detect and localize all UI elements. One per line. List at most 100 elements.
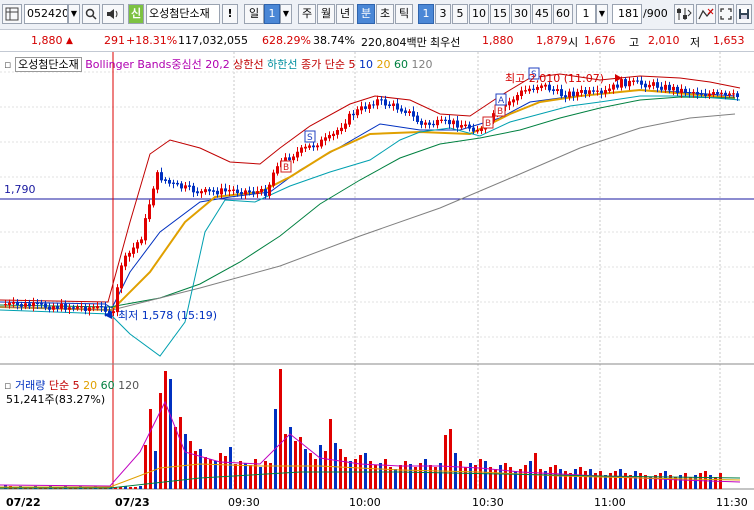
interval-60-button[interactable]: 60	[553, 4, 573, 24]
volume-bar	[249, 465, 252, 489]
candle-body	[36, 302, 39, 305]
period-tick-button[interactable]: 틱	[395, 4, 413, 24]
volume-bar	[384, 459, 387, 489]
candle-body	[332, 133, 335, 137]
candle-body	[188, 185, 191, 187]
interval-30-button[interactable]: 30	[511, 4, 531, 24]
warning-button[interactable]: !	[222, 4, 238, 24]
volume-bar	[179, 417, 182, 489]
candle-body	[172, 182, 175, 184]
volume-bar	[229, 447, 232, 489]
svg-text:B: B	[283, 163, 289, 173]
buy-signal-icon: A	[495, 93, 507, 106]
legend-ma20[interactable]: 20	[376, 58, 390, 71]
period-year-button[interactable]: 년	[336, 4, 354, 24]
change-rate: +18.31%	[126, 34, 178, 47]
volume-bar	[459, 461, 462, 489]
candle-body	[728, 93, 731, 96]
interval-1-button[interactable]: 1	[418, 4, 434, 24]
volume-bar	[494, 469, 497, 489]
stock-code-dropdown-icon[interactable]: ▼	[68, 4, 80, 24]
chart-tools-icon[interactable]	[674, 4, 694, 24]
low-label: 저	[690, 36, 701, 49]
svg-text:B: B	[497, 107, 503, 117]
volume-bar	[614, 471, 617, 489]
legend-lower-band[interactable]: 하한선	[267, 58, 297, 71]
candle-body	[360, 106, 363, 111]
sell-signal-icon: S	[304, 130, 316, 143]
volume-bar	[554, 465, 557, 489]
candle-body	[88, 307, 91, 311]
period-number-field[interactable]: 1	[264, 4, 280, 24]
candle-body	[432, 123, 435, 126]
high-label: 고	[629, 36, 640, 49]
candle-body	[540, 85, 543, 88]
candle-body	[328, 135, 331, 139]
legend-ma10[interactable]: 10	[359, 58, 373, 71]
volume-bar	[549, 467, 552, 489]
low-price: 1,653	[713, 34, 745, 47]
save-icon[interactable]	[736, 4, 752, 24]
volume-ma120[interactable]: 120	[118, 379, 139, 392]
volume-bar	[524, 465, 527, 489]
legend-stock-name[interactable]: 오성첨단소재	[14, 57, 82, 72]
candle-body	[356, 109, 359, 116]
legend-bollinger[interactable]: Bollinger Bands중심선 20,2	[85, 58, 230, 71]
candle-body	[20, 304, 23, 307]
volume-bar	[214, 461, 217, 489]
svg-text:B: B	[485, 119, 491, 129]
candle-body	[704, 93, 707, 96]
grid-icon[interactable]	[2, 4, 22, 24]
legend-ma60[interactable]: 60	[394, 58, 408, 71]
period-dropdown-icon[interactable]: ▼	[280, 4, 292, 24]
interval-45-button[interactable]: 45	[532, 4, 552, 24]
candle-body	[524, 90, 527, 92]
search-icon[interactable]	[82, 4, 100, 24]
volume-bar	[234, 464, 237, 489]
candle-body	[652, 82, 655, 86]
candle-body	[440, 119, 443, 121]
legend-upper-band[interactable]: 상한선	[233, 58, 263, 71]
interval-3-button[interactable]: 3	[435, 4, 451, 24]
candle-body	[536, 86, 539, 90]
candle-body	[616, 84, 619, 88]
stock-name-field[interactable]: 오성첨단소재	[146, 4, 220, 24]
volume-bar	[324, 451, 327, 489]
candle-body	[260, 189, 263, 193]
candle-body	[28, 303, 31, 307]
volume-bar	[639, 473, 642, 489]
legend-ma-label[interactable]: 종가 단순 5	[301, 58, 355, 71]
candle-body	[140, 239, 143, 244]
period-minute-button[interactable]: 분	[357, 4, 375, 24]
stock-code-input[interactable]: 052420	[24, 4, 68, 24]
volume-bar	[584, 471, 587, 489]
period-week-button[interactable]: 주	[298, 4, 316, 24]
x-label: 10:30	[472, 496, 504, 509]
period-day-button[interactable]: 일	[244, 4, 264, 24]
price-chart-canvas[interactable]: S S B B B A 1,790 최고 2,010 (11:07) 최저 1,…	[0, 52, 754, 510]
x-label: 11:00	[594, 496, 626, 509]
interval-5-button[interactable]: 5	[452, 4, 468, 24]
period-month-button[interactable]: 월	[317, 4, 335, 24]
legend-ma120[interactable]: 120	[411, 58, 432, 71]
candle-body	[572, 91, 575, 97]
display-count-input[interactable]: 181	[612, 4, 642, 24]
candle-body	[460, 125, 463, 128]
speaker-icon[interactable]	[102, 4, 124, 24]
fullscreen-icon[interactable]	[718, 4, 734, 24]
candle-body	[216, 190, 219, 195]
volume-bar	[564, 471, 567, 489]
candle-body	[60, 303, 63, 309]
quote-bar: 1,880 ▲ 291 +18.31% 117,032,055 628.29% …	[0, 30, 754, 52]
indicator-icon[interactable]	[696, 4, 716, 24]
period-second-button[interactable]: 초	[376, 4, 394, 24]
interval-15-button[interactable]: 15	[490, 4, 510, 24]
interval-input[interactable]: 1	[576, 4, 596, 24]
candle-body	[292, 156, 295, 161]
candle-body	[300, 147, 303, 153]
interval-dropdown-icon[interactable]: ▼	[596, 4, 608, 24]
candle-body	[92, 307, 95, 309]
candle-body	[44, 303, 47, 308]
x-label: 11:30	[716, 496, 748, 509]
interval-10-button[interactable]: 10	[469, 4, 489, 24]
